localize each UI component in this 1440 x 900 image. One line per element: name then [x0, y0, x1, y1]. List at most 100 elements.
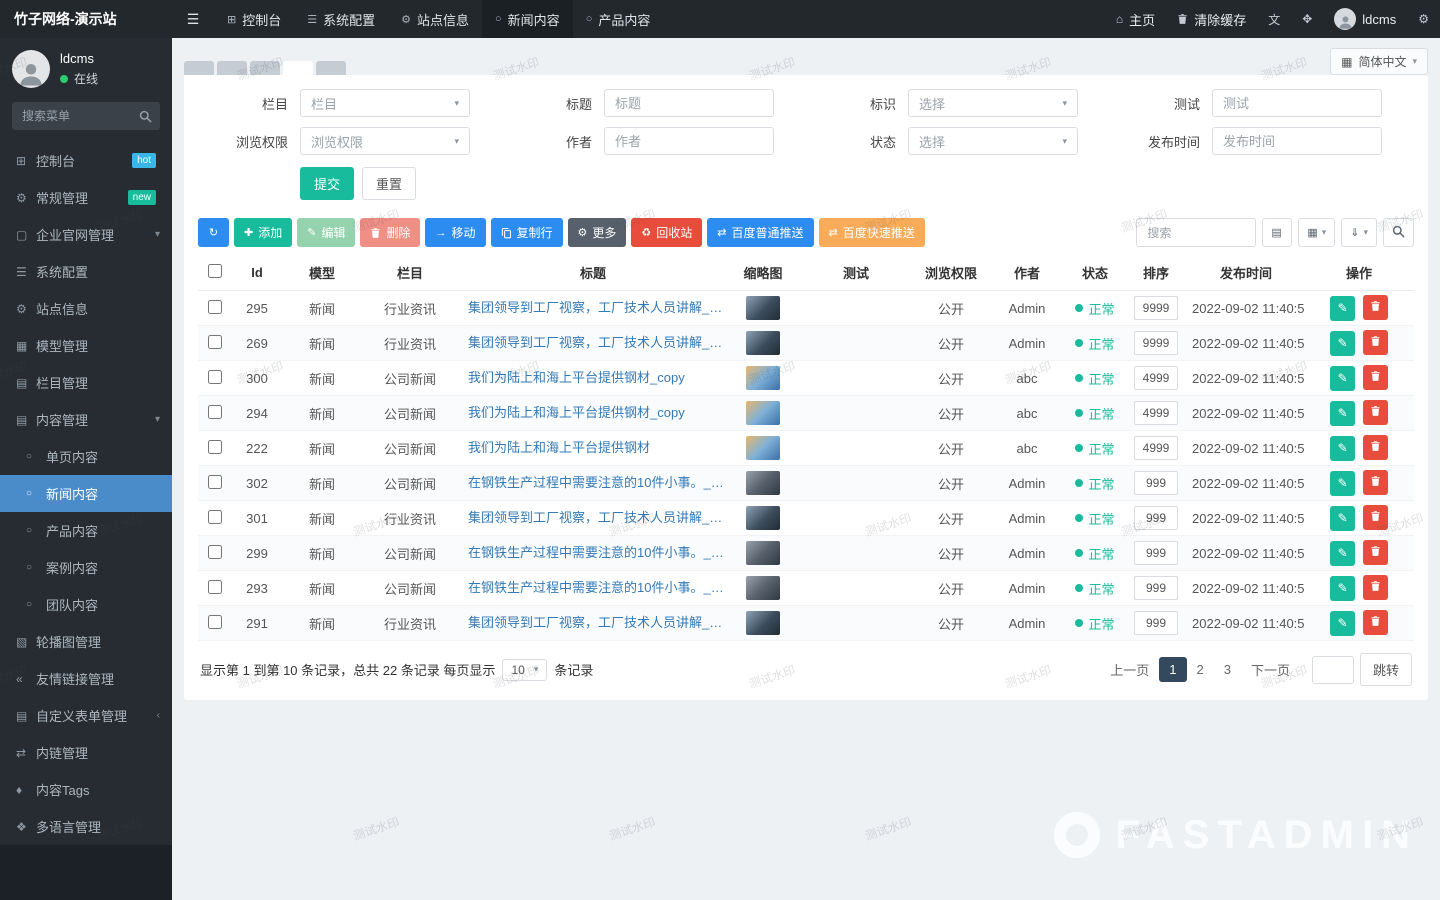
row-checkbox[interactable]	[208, 335, 222, 349]
sidebar-menu-item[interactable]: ▢ 企业官网管理 ▾	[0, 216, 172, 253]
copy-row-button[interactable]: 复制行	[491, 218, 563, 247]
sort-input[interactable]	[1134, 541, 1178, 565]
submit-button[interactable]: 提交	[300, 167, 354, 200]
title-link[interactable]: 集团领导到工厂视察，工厂技术人员讲解_copy_copy	[462, 297, 724, 316]
row-checkbox[interactable]	[208, 440, 222, 454]
export-dropdown-button[interactable]: ⇓▾	[1341, 218, 1377, 247]
delete-row-button[interactable]	[1363, 540, 1388, 565]
refresh-button[interactable]: ↻	[198, 218, 229, 247]
row-checkbox[interactable]	[208, 545, 222, 559]
sidebar-toggle-button[interactable]: ☰	[172, 0, 214, 38]
thumbnail-image[interactable]	[746, 366, 780, 390]
title-link[interactable]: 集团领导到工厂视察，工厂技术人员讲解_copy	[462, 612, 724, 631]
table-search-input[interactable]	[1136, 218, 1256, 247]
edit-row-button[interactable]: ✎	[1330, 331, 1355, 356]
edit-row-button[interactable]: ✎	[1330, 296, 1355, 321]
sidebar-menu-item[interactable]: ○ 产品内容	[0, 512, 172, 549]
move-button[interactable]: → 移动	[425, 218, 485, 247]
sort-input[interactable]	[1134, 296, 1178, 320]
thumbnail-image[interactable]	[746, 436, 780, 460]
delete-row-button[interactable]	[1363, 400, 1388, 425]
category-tab[interactable]	[316, 61, 346, 75]
delete-row-button[interactable]	[1363, 295, 1388, 320]
category-tab[interactable]	[184, 61, 214, 75]
sidebar-menu-item[interactable]: ☰ 系统配置	[0, 253, 172, 290]
delete-row-button[interactable]	[1363, 330, 1388, 355]
edit-row-button[interactable]: ✎	[1330, 506, 1355, 531]
edit-row-button[interactable]: ✎	[1330, 366, 1355, 391]
row-checkbox[interactable]	[208, 475, 222, 489]
title-link[interactable]: 集团领导到工厂视察，工厂技术人员讲解_copy_copy	[462, 507, 724, 526]
more-button[interactable]: ⚙ 更多	[568, 218, 627, 247]
delete-row-button[interactable]	[1363, 435, 1388, 460]
delete-button[interactable]: 删除	[360, 218, 420, 247]
edit-row-button[interactable]: ✎	[1330, 541, 1355, 566]
topbar-tab[interactable]: ○ 产品内容	[573, 0, 664, 38]
title-link[interactable]: 我们为陆上和海上平台提供钢材_copy	[462, 367, 685, 386]
language-dropdown[interactable]: ▦ 简体中文 ▾	[1330, 48, 1428, 75]
sidebar-menu-item[interactable]: ▤ 自定义表单管理 ‹	[0, 697, 172, 734]
view-toggle-button[interactable]: ▤	[1262, 218, 1292, 247]
topbar-user-menu[interactable]: ldcms	[1323, 0, 1407, 38]
sort-input[interactable]	[1134, 401, 1178, 425]
filter-select-flag[interactable]: 选择 ▾	[908, 89, 1078, 117]
search-toggle-button[interactable]	[1383, 218, 1414, 247]
select-all-checkbox[interactable]	[208, 264, 222, 278]
title-link[interactable]: 在钢铁生产过程中需要注意的10件小事。_copy	[462, 542, 724, 561]
delete-row-button[interactable]	[1363, 470, 1388, 495]
filter-select-permission[interactable]: 浏览权限 ▾	[300, 127, 470, 155]
sort-input[interactable]	[1134, 471, 1178, 495]
sidebar-menu-item[interactable]: ▦ 模型管理	[0, 327, 172, 364]
row-checkbox[interactable]	[208, 370, 222, 384]
page-size-select[interactable]: 10 ▾	[502, 659, 547, 681]
filter-input-author[interactable]	[604, 127, 774, 155]
sidebar-menu-item[interactable]: ○ 团队内容	[0, 586, 172, 623]
row-checkbox[interactable]	[208, 510, 222, 524]
sidebar-menu-item[interactable]: « 友情链接管理	[0, 660, 172, 697]
pagination-page-2[interactable]: 2	[1187, 657, 1214, 682]
thumbnail-image[interactable]	[746, 296, 780, 320]
row-checkbox[interactable]	[208, 615, 222, 629]
edit-row-button[interactable]: ✎	[1330, 401, 1355, 426]
home-link[interactable]: ⌂ 主页	[1105, 0, 1166, 38]
edit-row-button[interactable]: ✎	[1330, 436, 1355, 461]
row-checkbox[interactable]	[208, 580, 222, 594]
sidebar-menu-item[interactable]: ⇄ 内链管理	[0, 734, 172, 771]
title-link[interactable]: 我们为陆上和海上平台提供钢材	[462, 437, 650, 456]
sort-input[interactable]	[1134, 366, 1178, 390]
edit-row-button[interactable]: ✎	[1330, 611, 1355, 636]
category-tab[interactable]	[250, 61, 280, 75]
delete-row-button[interactable]	[1363, 365, 1388, 390]
title-link[interactable]: 我们为陆上和海上平台提供钢材_copy	[462, 402, 685, 421]
topbar-tab[interactable]: ⊞ 控制台	[214, 0, 294, 38]
sort-input[interactable]	[1134, 506, 1178, 530]
delete-row-button[interactable]	[1363, 575, 1388, 600]
edit-row-button[interactable]: ✎	[1330, 576, 1355, 601]
add-button[interactable]: ✚ 添加	[234, 218, 292, 247]
sidebar-menu-item[interactable]: ❖ 多语言管理	[0, 808, 172, 845]
thumbnail-image[interactable]	[746, 401, 780, 425]
thumbnail-image[interactable]	[746, 506, 780, 530]
sidebar-menu-item[interactable]: ○ 案例内容	[0, 549, 172, 586]
sidebar-menu-item[interactable]: ♦ 内容Tags	[0, 771, 172, 808]
topbar-tab[interactable]: ○ 新闻内容	[482, 0, 573, 38]
fullscreen-button[interactable]: ✥	[1291, 0, 1323, 38]
pagination-next[interactable]: 下一页	[1241, 655, 1300, 684]
filter-select-status[interactable]: 选择 ▾	[908, 127, 1078, 155]
title-link[interactable]: 在钢铁生产过程中需要注意的10件小事。_copy_copy	[462, 472, 724, 491]
sort-input[interactable]	[1134, 576, 1178, 600]
baidu-fast-push-button[interactable]: ⇄ 百度快速推送	[819, 218, 925, 247]
clear-cache-link[interactable]: 清除缓存	[1166, 0, 1257, 38]
row-checkbox[interactable]	[208, 300, 222, 314]
thumbnail-image[interactable]	[746, 576, 780, 600]
sort-input[interactable]	[1134, 331, 1178, 355]
filter-select-category[interactable]: 栏目 ▾	[300, 89, 470, 117]
sidebar-menu-item[interactable]: ⚙ 站点信息	[0, 290, 172, 327]
row-checkbox[interactable]	[208, 405, 222, 419]
filter-input-test[interactable]	[1212, 89, 1382, 117]
reset-button[interactable]: 重置	[362, 167, 416, 200]
recycle-bin-button[interactable]: ♻ 回收站	[631, 218, 702, 247]
pagination-prev[interactable]: 上一页	[1100, 655, 1159, 684]
delete-row-button[interactable]	[1363, 610, 1388, 635]
pagination-page-1[interactable]: 1	[1159, 657, 1186, 682]
